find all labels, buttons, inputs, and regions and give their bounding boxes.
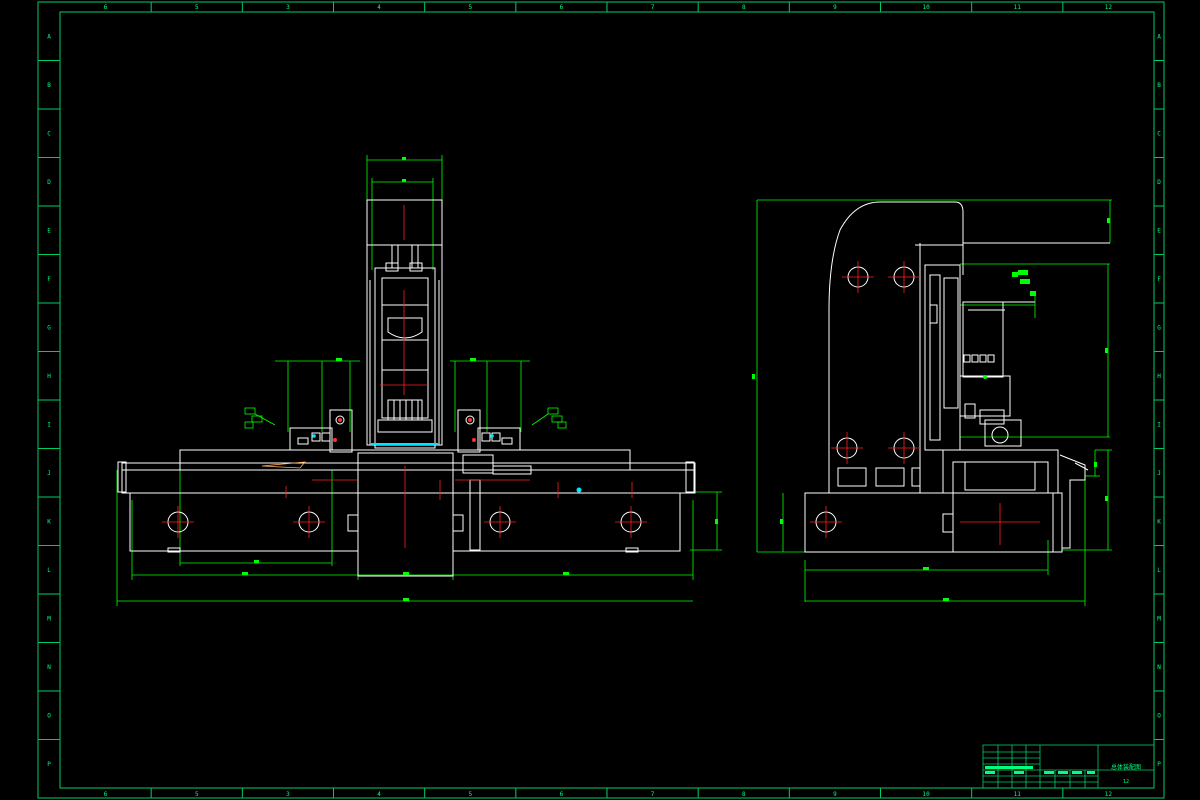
side-marks [983, 375, 987, 379]
zone-column-label: 8 [742, 4, 746, 11]
zone-row-label: F [1157, 276, 1161, 283]
zone-column-label: 3 [286, 4, 290, 11]
zone-row-label: P [47, 761, 51, 768]
zone-column-label: 4 [377, 4, 381, 11]
zone-row-label: K [47, 518, 51, 525]
drawing-frame [37, 1, 1165, 799]
zone-row-label: O [47, 712, 51, 719]
zone-row-label: I [1157, 421, 1161, 428]
zone-row-label: I [47, 421, 51, 428]
zone-column-label: 6 [104, 791, 108, 798]
zone-row-label: L [1157, 567, 1161, 574]
side-dimensions [756, 199, 1112, 606]
zone-column-label: 7 [651, 4, 655, 11]
zone-row-label: E [1157, 227, 1161, 234]
zone-row-label: A [1157, 33, 1161, 40]
zone-row-label: P [1157, 761, 1161, 768]
column-head [366, 199, 443, 449]
zone-row-label: A [47, 33, 51, 40]
zone-row-label: G [47, 324, 51, 331]
zone-column-label: 5 [195, 791, 199, 798]
zone-column-label: 7 [651, 791, 655, 798]
zone-column-label: 4 [377, 791, 381, 798]
cad-drawing: 6 6 5 5 3 3 4 4 5 5 6 6 7 7 8 8 9 9 10 10 11 11 12 12 A A B B C C D D E E… [37, 1, 1165, 799]
zone-column-label: 5 [468, 791, 472, 798]
zone-column-label: 9 [833, 791, 837, 798]
machine-bed [117, 449, 696, 577]
zone-row-label: E [47, 227, 51, 234]
side-view [752, 199, 1112, 606]
zone-column-label: 12 [1105, 791, 1113, 798]
zone-column-label: 11 [1014, 4, 1022, 11]
zone-column-label: 9 [833, 4, 837, 11]
zone-column-label: 10 [922, 4, 930, 11]
zone-row-label: D [1157, 179, 1161, 186]
zone-row-label: D [47, 179, 51, 186]
zone-row-label: F [47, 276, 51, 283]
drawing-name: 总体装配图 [1111, 763, 1141, 771]
zone-row-label: N [47, 664, 51, 671]
zone-column-label: 5 [468, 4, 472, 11]
zone-column-label: 6 [560, 791, 564, 798]
zone-row-label: O [1157, 712, 1161, 719]
right-tool-head [457, 409, 521, 453]
zone-row-label: L [47, 567, 51, 574]
front-view [116, 155, 837, 606]
front-dimensions [116, 155, 722, 606]
zone-row-label: N [1157, 664, 1161, 671]
zone-row-label: B [1157, 82, 1161, 89]
zone-column-label: 11 [1014, 791, 1022, 798]
zone-grid: 6 6 5 5 3 3 4 4 5 5 6 6 7 7 8 8 9 9 10 10 11 11 12 12 A A B B C C D D E E… [38, 2, 1164, 798]
zone-column-label: 8 [742, 791, 746, 798]
zone-column-label: 10 [922, 791, 930, 798]
zone-column-label: 6 [104, 4, 108, 11]
front-red-marks [333, 418, 476, 442]
front-centerlines [162, 205, 647, 548]
zone-row-label: H [47, 373, 51, 380]
zone-row-label: J [1157, 470, 1161, 477]
left-tool-head [289, 409, 353, 453]
zone-row-label: K [1157, 518, 1161, 525]
zone-row-label: H [1157, 373, 1161, 380]
zone-column-label: 5 [195, 4, 199, 11]
zone-column-label: 12 [1105, 4, 1113, 11]
side-column [804, 201, 1110, 553]
zone-row-label: M [1157, 615, 1161, 622]
zone-row-label: C [47, 130, 51, 137]
zone-column-label: 6 [560, 4, 564, 11]
sheet-number: 12 [1123, 779, 1129, 785]
zone-row-label: G [1157, 324, 1161, 331]
zone-row-label: J [47, 470, 51, 477]
zone-row-label: B [47, 82, 51, 89]
zone-row-label: M [47, 615, 51, 622]
zone-column-label: 3 [286, 791, 290, 798]
zone-row-label: C [1157, 130, 1161, 137]
